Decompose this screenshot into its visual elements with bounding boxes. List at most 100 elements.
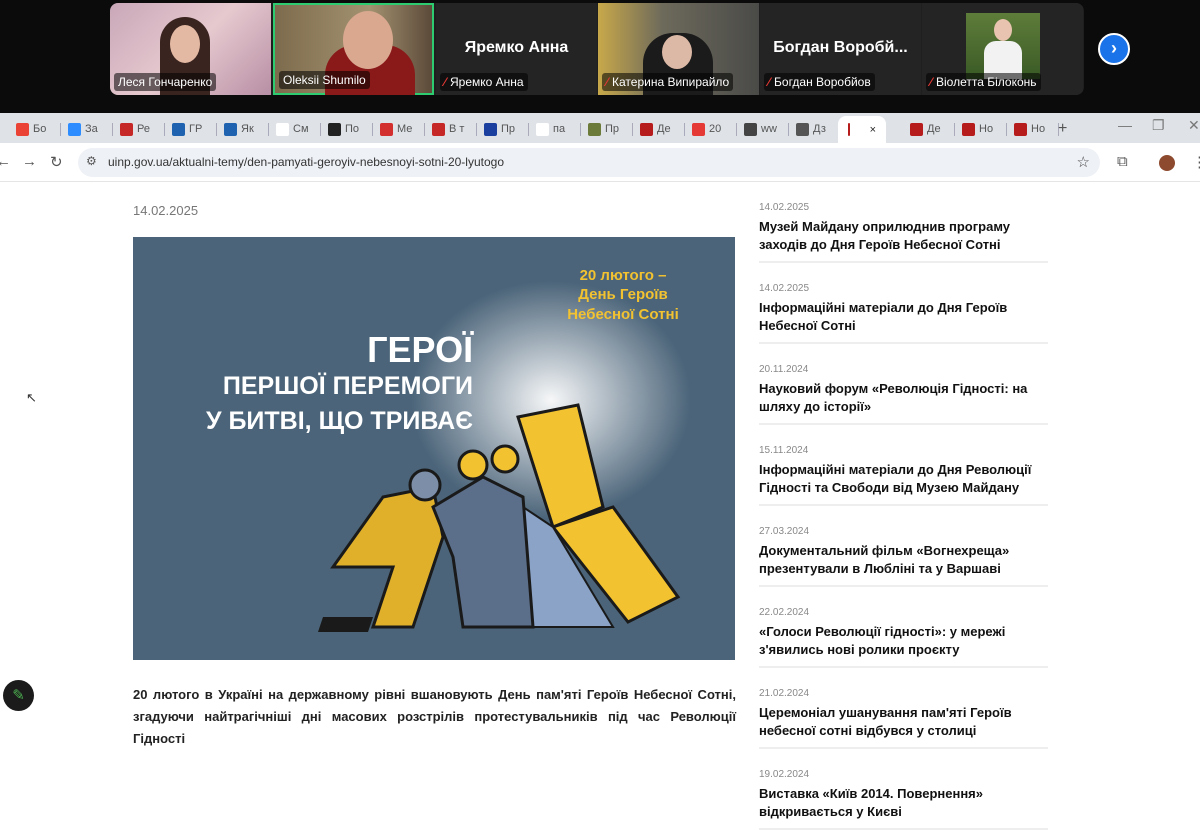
chevron-right-icon: › (1111, 38, 1117, 58)
tab-separator (164, 123, 165, 136)
edit-pencil-button[interactable]: ✎ (3, 680, 34, 711)
reload-button[interactable]: ↻ (50, 153, 63, 171)
browser-tab[interactable]: Як (224, 119, 254, 139)
news-item[interactable]: 21.02.2024 Церемоніал ушанування пам'яті … (759, 668, 1048, 749)
favicon-icon (224, 122, 237, 136)
browser-tab[interactable]: В т (432, 119, 464, 139)
tab-active[interactable]: × (838, 116, 886, 143)
news-item[interactable]: 19.02.2024 Виставка «Київ 2014. Поверненн… (759, 749, 1048, 830)
tab-label: Дз (813, 123, 826, 135)
browser-tab[interactable]: Де (640, 119, 671, 139)
news-item[interactable]: 22.02.2024 «Голоси Революції гідності»: у… (759, 587, 1048, 668)
tab-label: 20 (709, 123, 722, 135)
mic-muted-icon: ⁄ (606, 75, 609, 89)
tab-label: Но (1031, 123, 1046, 135)
browser-tab[interactable]: па (536, 119, 565, 139)
participant-tile[interactable]: Богдан Воробй... ⁄ Богдан Воробйов (760, 3, 921, 95)
participant-display-name: Яремко Анна (464, 39, 569, 56)
news-item[interactable]: 14.02.2025 Інформаційні матеріали до Дня … (759, 263, 1048, 344)
participant-tile-active[interactable]: Oleksii Shumilo (273, 3, 434, 95)
browser-tab[interactable]: Де (910, 119, 941, 139)
tab-separator (736, 123, 737, 136)
browser-tab[interactable]: Ме (380, 119, 412, 139)
tab-label: Бо (33, 123, 47, 135)
minimize-button[interactable]: — (1118, 117, 1132, 133)
bookmark-star-icon[interactable]: ☆ (1077, 153, 1090, 171)
tab-label: Ре (137, 123, 150, 135)
news-title-link[interactable]: Виставка «Київ 2014. Повернення» відкрив… (759, 785, 1048, 821)
forward-button[interactable]: → (22, 153, 37, 170)
mic-muted-icon: ⁄ (930, 75, 933, 89)
news-title-link[interactable]: Науковий форум «Революція Гідності: на ш… (759, 380, 1048, 416)
favicon-icon (640, 122, 653, 136)
mic-muted-icon: ⁄ (768, 75, 771, 89)
tab-separator (684, 123, 685, 136)
participant-name: ⁄ Богдан Воробйов (764, 73, 875, 91)
news-title-link[interactable]: Церемоніал ушанування пам'яті Героїв неб… (759, 704, 1048, 740)
news-title-link[interactable]: «Голоси Революції гідності»: у мережі з'… (759, 623, 1048, 659)
participant-name: ⁄ Яремко Анна (440, 73, 528, 91)
tab-separator (268, 123, 269, 136)
menu-icon[interactable]: ⋮ (1192, 153, 1200, 171)
tab-label: За (85, 123, 98, 135)
favicon-icon (962, 122, 975, 136)
news-item[interactable]: 15.11.2024 Інформаційні матеріали до Дня … (759, 425, 1048, 506)
new-tab-button[interactable]: + (1058, 119, 1067, 139)
favicon-icon (120, 122, 133, 136)
browser-tab[interactable]: ГР (172, 119, 202, 139)
browser-tab[interactable]: Пр (588, 119, 619, 139)
tab-separator (112, 123, 113, 136)
favicon-icon (588, 122, 601, 136)
favicon-icon (796, 122, 809, 136)
news-date: 21.02.2024 (759, 688, 810, 699)
participant-face (662, 35, 692, 69)
browser-tab[interactable]: См (276, 119, 309, 139)
tab-separator (580, 123, 581, 136)
news-item[interactable]: 20.11.2024 Науковий форум «Революція Гідн… (759, 344, 1048, 425)
favicon-icon (432, 122, 445, 136)
browser-tab[interactable]: ww (744, 119, 777, 139)
tab-separator (372, 123, 373, 136)
browser-tab[interactable]: 20 (692, 119, 721, 139)
restore-button[interactable]: ❐ (1152, 117, 1165, 134)
browser-tab[interactable]: Дз (796, 119, 826, 139)
video-conference-strip: Леся Гончаренко Oleksii Shumilo Яремко А… (0, 0, 1200, 113)
participant-name: Oleksii Shumilo (279, 71, 370, 89)
participant-tile[interactable]: Яремко Анна ⁄ Яремко Анна (436, 3, 597, 95)
participant-tile[interactable]: Леся Гончаренко (110, 3, 271, 95)
participant-tile[interactable]: ⁄ Катерина Випирайло (598, 3, 759, 95)
site-info-icon[interactable]: ⚙ (86, 154, 97, 168)
favicon-icon (848, 123, 850, 136)
next-page-button[interactable]: › (1098, 33, 1130, 65)
browser-tab[interactable]: Ре (120, 119, 150, 139)
favicon-icon (328, 122, 341, 136)
browser-tab[interactable]: Бо (16, 119, 46, 139)
browser-tab[interactable]: За (68, 119, 98, 139)
close-tab-icon[interactable]: × (870, 124, 876, 136)
browser-tab-bar: Бо За Ре ГР Як См По Ме В т Пр па Пр Де 20 ww Дз × Де Но Но… (0, 113, 1200, 143)
tab-label: ГР (189, 123, 203, 135)
extensions-icon[interactable]: ⧉ (1117, 153, 1128, 170)
news-item[interactable]: 14.02.2025 Музей Майдану оприлюднив прогр… (759, 182, 1048, 263)
browser-tab[interactable]: По (328, 119, 359, 139)
back-button[interactable]: ← (0, 153, 11, 170)
browser-tab[interactable]: Пр (484, 119, 515, 139)
news-title-link[interactable]: Музей Майдану оприлюднив програму заході… (759, 218, 1048, 254)
news-title-link[interactable]: Інформаційні матеріали до Дня Революції … (759, 461, 1048, 497)
browser-tab[interactable]: Но (1014, 119, 1045, 139)
news-title-link[interactable]: Документальний фільм «Вогнехреща» презен… (759, 542, 1048, 578)
tab-label: Де (927, 123, 941, 135)
article-body: 20 лютого в Україні на державному рівні … (133, 687, 736, 746)
tab-separator (788, 123, 789, 136)
news-title-link[interactable]: Інформаційні матеріали до Дня Героїв Неб… (759, 299, 1048, 335)
news-item[interactable]: 27.03.2024 Документальний фільм «Вогнехре… (759, 506, 1048, 587)
participant-face (170, 25, 200, 63)
profile-avatar[interactable] (1159, 155, 1175, 171)
news-date: 15.11.2024 (759, 445, 809, 456)
browser-tab[interactable]: Но (962, 119, 993, 139)
tab-separator (954, 123, 955, 136)
favicon-icon (910, 122, 923, 136)
participant-tile[interactable]: ⁄ Віолетта Білоконь (922, 3, 1083, 95)
address-bar[interactable]: ⚙ uinp.gov.ua/aktualni-temy/den-pamyati-… (78, 148, 1100, 177)
close-window-button[interactable]: ✕ (1188, 117, 1200, 134)
